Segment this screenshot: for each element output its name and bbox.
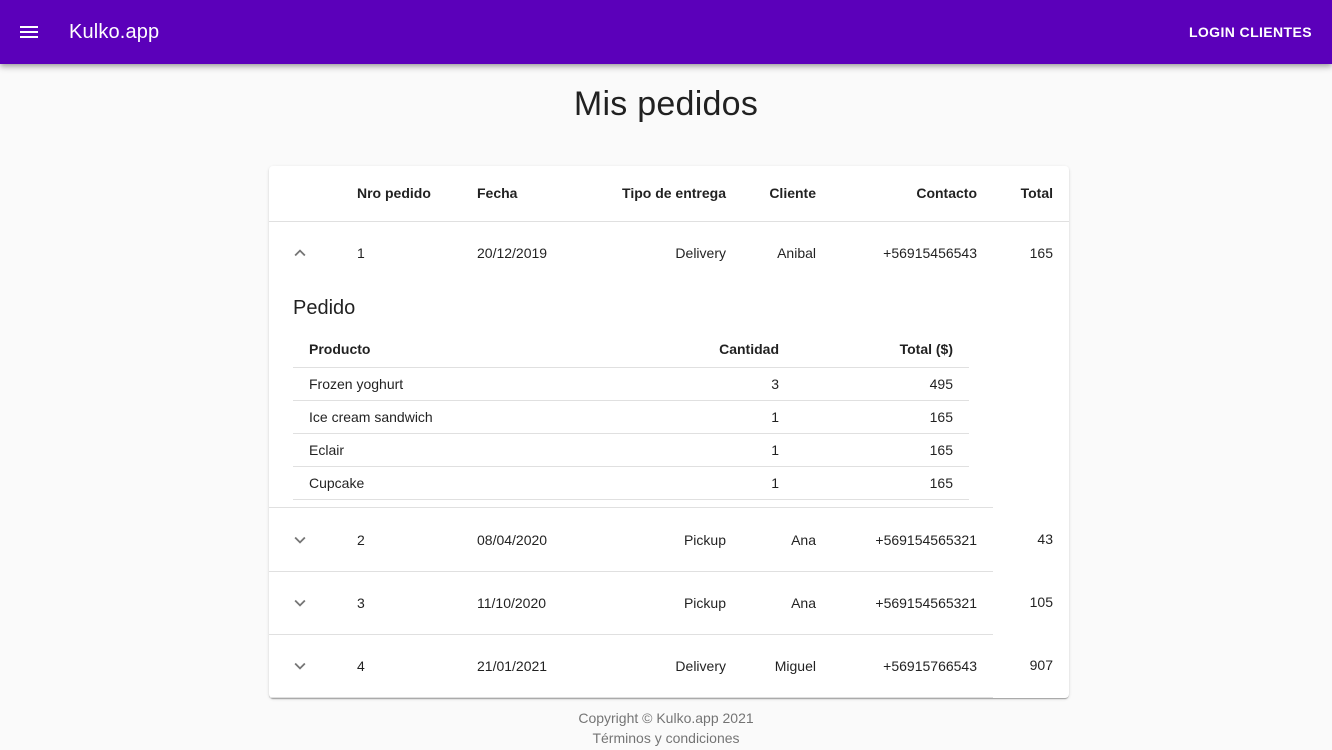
expand-row-button[interactable] (286, 652, 314, 680)
expand-row-button[interactable] (286, 526, 314, 554)
order-cliente: Miguel (774, 658, 816, 674)
detail-producto: Ice cream sandwich (309, 409, 433, 425)
divider (269, 634, 993, 635)
divider (293, 499, 969, 500)
order-cliente: Ana (791, 595, 816, 611)
menu-icon (20, 26, 38, 38)
detail-header-total: Total ($) (899, 341, 953, 357)
detail-total: 495 (929, 376, 953, 392)
brand-title[interactable]: Kulko.app (69, 19, 159, 45)
detail-producto: Frozen yoghurt (309, 376, 404, 392)
order-total: 165 (1029, 245, 1053, 261)
expand-row-button[interactable] (286, 589, 314, 617)
order-contacto: +569154565321 (875, 595, 977, 611)
detail-total: 165 (929, 442, 953, 458)
footer-terms-link[interactable]: Términos y condiciones (0, 728, 1332, 748)
divider (269, 571, 993, 572)
order-contacto: +56915766543 (883, 658, 977, 674)
detail-total: 165 (929, 409, 953, 425)
order-nro: 3 (357, 595, 365, 611)
order-cliente: Anibal (777, 245, 816, 261)
chevron-down-icon (294, 599, 306, 607)
app-bar: Kulko.app LOGIN CLIENTES (0, 0, 1332, 64)
header-cliente: Cliente (769, 185, 816, 201)
page-title: Mis pedidos (573, 85, 759, 123)
header-total: Total (1020, 185, 1053, 201)
detail-title: Pedido (293, 297, 356, 319)
header-tipo-entrega: Tipo de entrega (622, 185, 726, 201)
chevron-down-icon (294, 662, 306, 670)
order-contacto: +56915456543 (883, 245, 977, 261)
chevron-down-icon (294, 536, 306, 544)
menu-button[interactable] (9, 12, 49, 52)
order-cliente: Ana (791, 532, 816, 548)
detail-cantidad: 1 (771, 409, 779, 425)
footer-copyright: Copyright © Kulko.app 2021 (578, 710, 754, 726)
order-tipo-entrega: Pickup (683, 595, 726, 611)
chevron-up-icon (294, 249, 306, 257)
login-clientes-button[interactable]: LOGIN CLIENTES (1189, 20, 1312, 44)
order-total: 43 (1037, 531, 1053, 547)
order-tipo-entrega: Delivery (675, 245, 726, 261)
divider (293, 466, 969, 467)
detail-producto: Eclair (309, 442, 345, 458)
detail-cantidad: 1 (771, 475, 779, 491)
detail-cantidad: 3 (771, 376, 779, 392)
order-nro: 1 (357, 245, 365, 261)
header-nro-pedido: Nro pedido (357, 185, 431, 201)
orders-table: Nro pedido Fecha Tipo de entrega Cliente… (269, 166, 1069, 698)
detail-producto: Cupcake (309, 475, 365, 491)
detail-header-cantidad: Cantidad (719, 341, 779, 357)
order-total: 105 (1029, 594, 1053, 610)
order-nro: 2 (357, 532, 365, 548)
detail-header-producto: Producto (309, 341, 371, 357)
order-nro: 4 (357, 658, 365, 674)
divider (293, 433, 969, 434)
divider (269, 221, 1069, 222)
order-fecha: 20/12/2019 (477, 245, 548, 261)
divider (269, 697, 993, 698)
order-fecha: 21/01/2021 (477, 658, 548, 674)
divider (269, 507, 993, 508)
header-fecha: Fecha (477, 185, 518, 201)
order-tipo-entrega: Delivery (675, 658, 726, 674)
collapse-row-button[interactable] (286, 239, 314, 267)
divider (293, 400, 969, 401)
order-tipo-entrega: Pickup (683, 532, 726, 548)
order-contacto: +569154565321 (875, 532, 977, 548)
detail-cantidad: 1 (771, 442, 779, 458)
detail-total: 165 (929, 475, 953, 491)
order-total: 907 (1029, 657, 1053, 673)
order-fecha: 11/10/2020 (477, 595, 547, 611)
divider (293, 367, 969, 368)
header-contacto: Contacto (916, 185, 977, 201)
order-fecha: 08/04/2020 (477, 532, 548, 548)
